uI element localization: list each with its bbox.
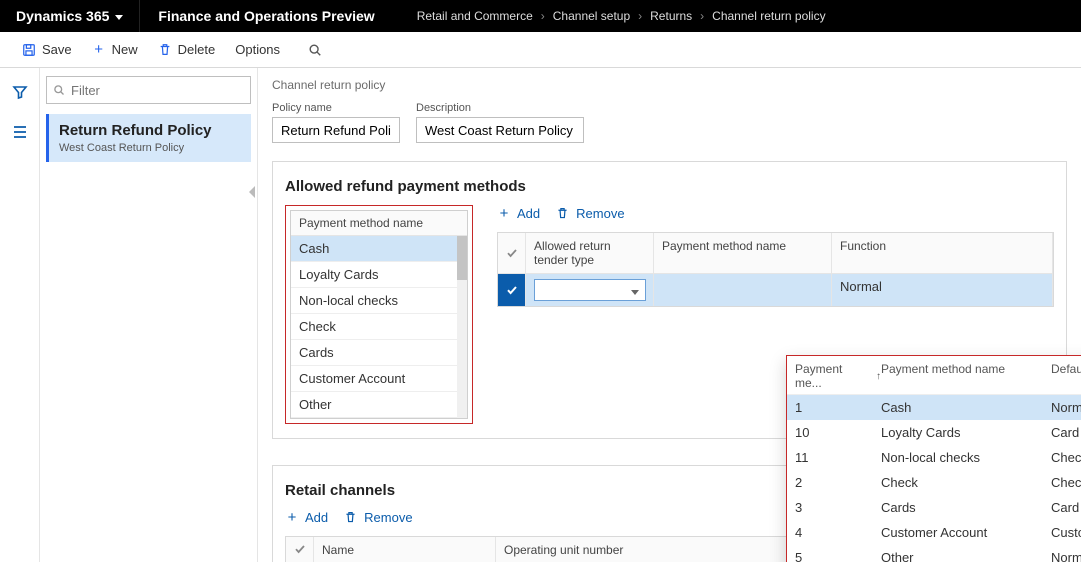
chevron-right-icon: › [541,9,545,23]
list-item-subtitle: West Coast Return Policy [59,142,241,154]
tender-type-dropdown[interactable] [534,279,646,301]
refund-grid: Allowed return tender type Payment metho… [497,232,1054,307]
trash-icon [556,207,570,220]
list-item[interactable]: Cash [291,236,467,262]
description-field: Description [416,102,584,143]
list-item[interactable]: Other [291,392,467,418]
add-label: Add [517,206,540,221]
lookup-row[interactable]: 4 Customer Account Customer [787,520,1081,545]
field-label: Description [416,102,584,114]
payment-methods-list: Payment method name Cash Loyalty Cards N… [285,205,473,424]
lookup-row[interactable]: 2 Check Check [787,470,1081,495]
delete-button[interactable]: Delete [148,36,226,63]
list-item[interactable]: Cards [291,340,467,366]
list-header[interactable]: Payment method name [291,211,467,236]
plus-icon: + [497,205,511,222]
remove-label: Remove [576,206,624,221]
chevron-down-icon [115,9,123,23]
search-icon [308,43,322,57]
grid-cell-function: Normal [832,274,1053,306]
grid-cell-name[interactable] [654,274,832,306]
section-heading: Allowed refund payment methods [285,178,1054,195]
breadcrumb: Retail and Commerce › Channel setup › Re… [393,9,826,23]
breadcrumb-item[interactable]: Retail and Commerce [417,9,533,23]
lookup-row[interactable]: 3 Cards Card [787,495,1081,520]
save-button[interactable]: Save [12,36,82,63]
chevron-right-icon: › [700,9,704,23]
brand-label: Dynamics 365 [16,8,109,24]
remove-button[interactable]: Remove [556,205,624,222]
breadcrumb-item[interactable]: Channel setup [553,9,630,23]
left-rail [0,68,40,562]
remove-button[interactable]: Remove [344,509,412,526]
delete-label: Delete [178,42,216,57]
save-label: Save [42,42,72,57]
new-button[interactable]: + New [82,35,148,64]
brand-switcher[interactable]: Dynamics 365 [0,0,139,32]
scrollbar-thumb[interactable] [457,236,467,280]
chevron-down-icon [631,283,639,298]
lookup-col-name[interactable]: Payment method name [881,362,1051,390]
scrollbar[interactable] [457,236,467,418]
column-tender-type[interactable]: Allowed return tender type [526,233,654,274]
column-function[interactable]: Function [832,233,1053,274]
filter-input[interactable] [71,83,247,98]
list-item[interactable]: Non-local checks [291,288,467,314]
page-title: Channel return policy [272,78,1067,92]
list-item[interactable]: Check [291,314,467,340]
list-item[interactable]: Return Refund Policy West Coast Return P… [46,114,251,162]
lookup-header: Payment me... ↑ Payment method name Defa… [787,356,1081,395]
add-label: Add [305,510,328,525]
filter-icon[interactable] [8,80,32,104]
list-icon[interactable] [8,120,32,144]
chevron-right-icon: › [638,9,642,23]
lookup-col-id[interactable]: Payment me... ↑ [795,362,881,390]
policy-name-field: Policy name [272,102,400,143]
add-button[interactable]: + Add [497,205,540,222]
add-button[interactable]: + Add [285,509,328,526]
options-label: Options [235,42,280,57]
list-item[interactable]: Loyalty Cards [291,262,467,288]
plus-icon: + [285,509,299,526]
list-item[interactable]: Customer Account [291,366,467,392]
search-button[interactable] [298,37,332,63]
row-checkbox[interactable] [498,274,526,306]
lookup-row[interactable]: 11 Non-local checks Check [787,445,1081,470]
field-label: Policy name [272,102,400,114]
filter-box[interactable] [46,76,251,104]
app-title: Finance and Operations Preview [139,0,392,32]
list-panel: Return Refund Policy West Coast Return P… [40,68,258,562]
command-bar: Save + New Delete Options [0,32,1081,68]
select-all-checkbox[interactable] [498,233,526,274]
trash-icon [344,511,358,524]
column-payment-name[interactable]: Payment method name [654,233,832,274]
title-bar: Dynamics 365 Finance and Operations Prev… [0,0,1081,32]
grid-row[interactable]: Normal [498,274,1053,306]
breadcrumb-item[interactable]: Channel return policy [712,9,825,23]
trash-icon [158,43,172,57]
search-icon [53,84,65,96]
save-icon [22,43,36,57]
plus-icon: + [92,41,106,58]
lookup-row[interactable]: 10 Loyalty Cards Card [787,420,1081,445]
new-label: New [112,42,138,57]
lookup-col-fn[interactable]: Default function [1051,362,1081,390]
column-name[interactable]: Name [314,537,496,562]
remove-label: Remove [364,510,412,525]
lookup-row[interactable]: 1 Cash Normal [787,395,1081,420]
collapse-panel-icon[interactable] [249,186,255,198]
policy-name-input[interactable] [272,117,400,143]
options-button[interactable]: Options [225,36,290,63]
content-area: Channel return policy Policy name Descri… [258,68,1081,562]
list-item-title: Return Refund Policy [59,122,241,139]
description-input[interactable] [416,117,584,143]
select-all-checkbox[interactable] [286,537,314,562]
breadcrumb-item[interactable]: Returns [650,9,692,23]
grid-header: Allowed return tender type Payment metho… [498,233,1053,274]
lookup-popup: Payment me... ↑ Payment method name Defa… [786,355,1081,562]
lookup-row[interactable]: 5 Other Normal [787,545,1081,562]
